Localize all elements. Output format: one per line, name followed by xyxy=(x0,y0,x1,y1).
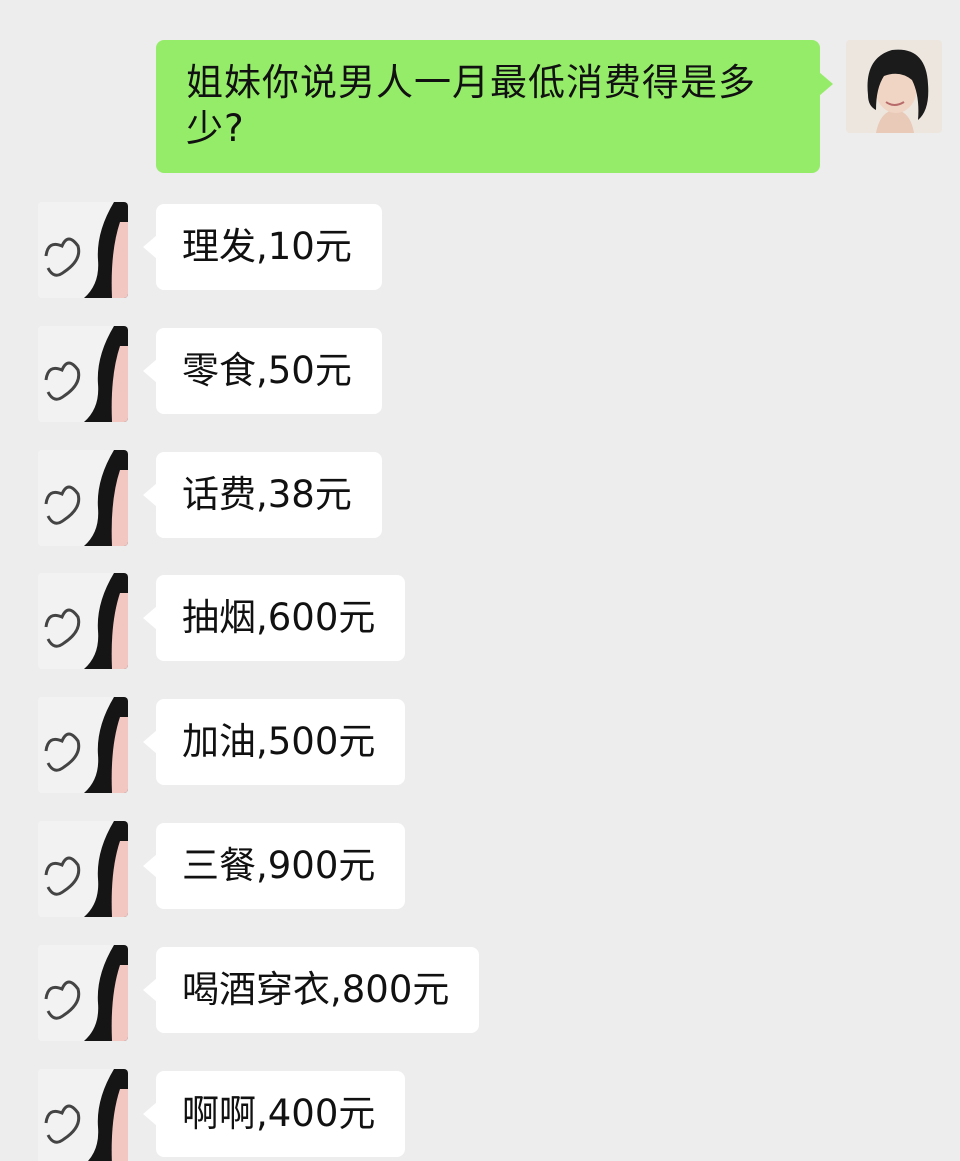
incoming-bubble[interactable]: 三餐,900元 xyxy=(142,823,406,909)
avatar[interactable] xyxy=(38,821,128,917)
contact-avatar-icon xyxy=(38,202,128,298)
outgoing-bubble[interactable]: 姐妹你说男人一月最低消费得是多少? xyxy=(156,40,833,173)
contact-avatar-icon xyxy=(38,1069,128,1161)
incoming-bubble[interactable]: 话费,38元 xyxy=(143,452,382,538)
incoming-message: 话费,38元 xyxy=(0,450,960,550)
contact-avatar-icon xyxy=(38,697,128,793)
incoming-bubble[interactable]: 啊啊,400元 xyxy=(142,1071,406,1157)
avatar[interactable] xyxy=(38,945,128,1041)
incoming-message: 啊啊,400元 xyxy=(0,1069,960,1161)
avatar[interactable] xyxy=(38,202,128,298)
avatar[interactable] xyxy=(38,697,128,793)
avatar[interactable] xyxy=(38,1069,128,1161)
incoming-text: 三餐,900元 xyxy=(182,844,376,887)
incoming-message: 抽烟,600元 xyxy=(0,573,960,673)
incoming-text: 话费,38元 xyxy=(182,473,352,516)
user-avatar-icon xyxy=(846,40,942,133)
outgoing-text: 姐妹你说男人一月最低消费得是多少? xyxy=(186,61,756,150)
contact-avatar-icon xyxy=(38,573,128,669)
avatar[interactable] xyxy=(38,573,128,669)
incoming-message: 加油,500元 xyxy=(0,697,960,797)
incoming-bubble[interactable]: 加油,500元 xyxy=(142,699,406,785)
incoming-bubble[interactable]: 喝酒穿衣,800元 xyxy=(142,947,480,1033)
incoming-text: 理发,10元 xyxy=(182,225,352,268)
avatar[interactable] xyxy=(38,326,128,422)
contact-avatar-icon xyxy=(38,945,128,1041)
incoming-message: 理发,10元 xyxy=(0,202,960,302)
incoming-bubble[interactable]: 零食,50元 xyxy=(143,328,382,414)
incoming-bubble[interactable]: 抽烟,600元 xyxy=(142,575,406,661)
chat-thread[interactable]: 姐妹你说男人一月最低消费得是多少? 理发,10元 零食,50元 话费,38元 抽… xyxy=(0,0,960,1161)
incoming-text: 零食,50元 xyxy=(182,349,352,392)
contact-avatar-icon xyxy=(38,450,128,546)
incoming-message: 三餐,900元 xyxy=(0,821,960,921)
incoming-text: 啊啊,400元 xyxy=(182,1092,376,1135)
contact-avatar-icon xyxy=(38,821,128,917)
incoming-message: 喝酒穿衣,800元 xyxy=(0,945,960,1045)
incoming-bubble[interactable]: 理发,10元 xyxy=(143,204,382,290)
incoming-text: 加油,500元 xyxy=(182,720,376,763)
avatar[interactable] xyxy=(38,450,128,546)
incoming-text: 喝酒穿衣,800元 xyxy=(182,968,450,1011)
contact-avatar-icon xyxy=(38,326,128,422)
incoming-message: 零食,50元 xyxy=(0,326,960,426)
outgoing-message: 姐妹你说男人一月最低消费得是多少? xyxy=(0,40,960,180)
incoming-text: 抽烟,600元 xyxy=(182,596,376,639)
avatar[interactable] xyxy=(846,40,942,133)
